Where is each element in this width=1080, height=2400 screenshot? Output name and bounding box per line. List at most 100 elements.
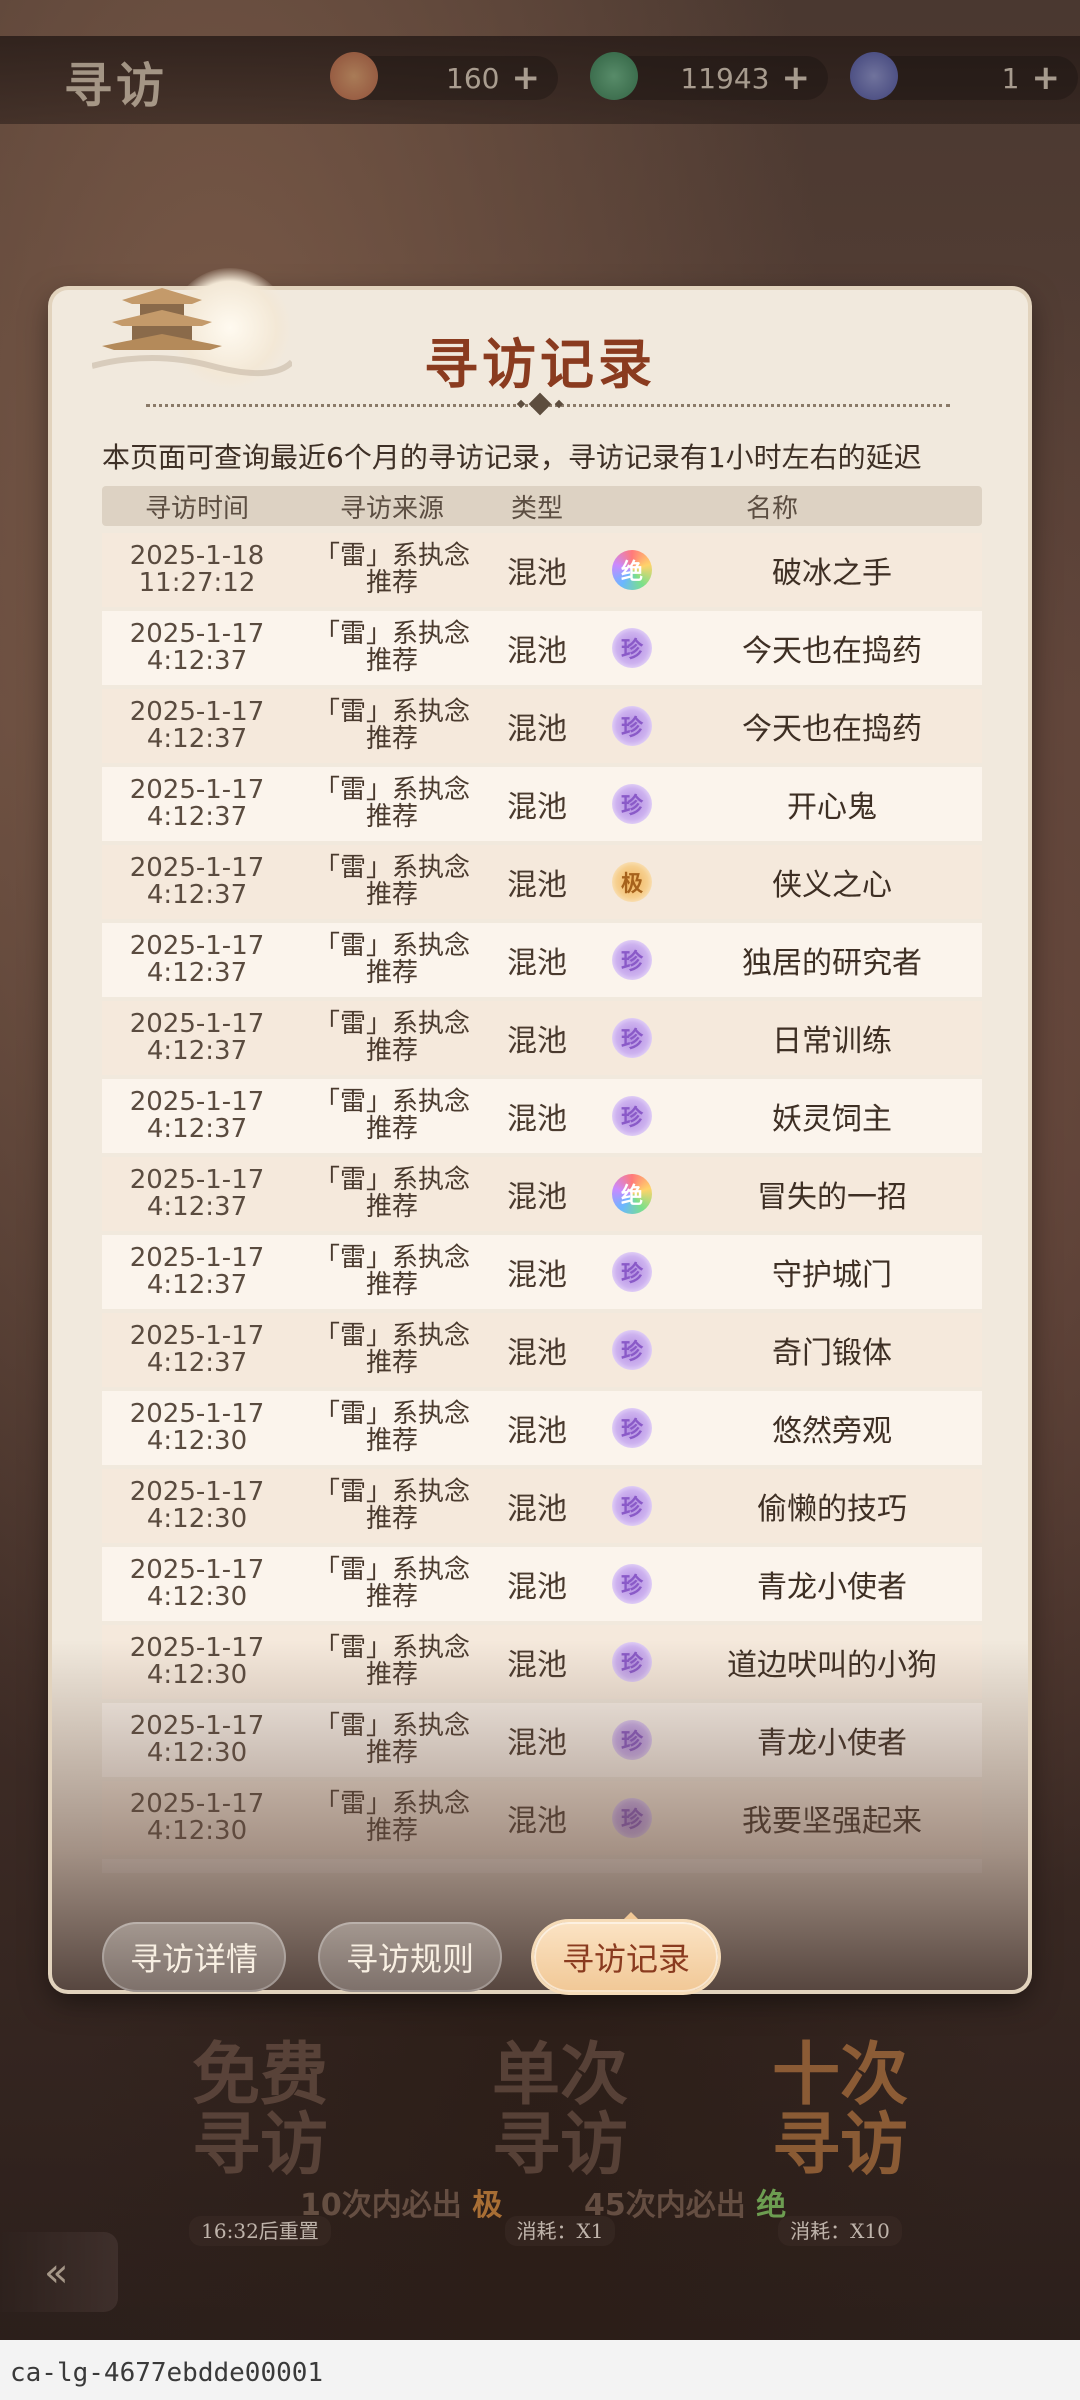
table-row: 2025-1-174:12:30「雷」系执念推荐混池珍青龙小使者 [102,1547,982,1621]
rarity-cell: 绝 [582,550,682,590]
rarity-badge-icon: 珍 [612,1252,652,1292]
rarity-badge-icon: 珍 [612,1018,652,1058]
record-name: 冒失的一招 [757,1180,907,1215]
record-type: 混池 [507,1336,567,1371]
feather-icon [850,52,898,100]
record-type: 混池 [507,1258,567,1293]
record-date: 2025-1-17 [129,853,265,883]
record-type: 混池 [507,868,567,903]
record-type: 混池 [507,556,567,591]
resource-value: 11943 [680,61,770,95]
table-row: 2025-1-18 11:27:12 「雷」系执念 推荐 混池绝破冰之手 [102,533,982,607]
record-clock: 4:12:30 [146,1582,248,1612]
resource-jade[interactable]: 11943 + [590,52,828,100]
tab-details[interactable]: 寻访详情 [102,1922,287,1992]
rarity-cell: 绝 [582,1174,682,1214]
guarantee-text: 45次内必出 [584,2188,746,2223]
record-source-line2: 推荐 [365,568,418,598]
record-time: 2025-1-17 4:12:37 [102,699,292,753]
record-date: 2025-1-17 [129,775,265,805]
record-source-line2: 推荐 [365,1348,418,1378]
record-source-line2: 推荐 [365,802,418,832]
record-clock: 4:12:37 [146,802,248,832]
record-clock: 4:12:30 [146,1504,248,1534]
ten-draw-label: 十次 [771,2035,908,2115]
record-type: 混池 [507,712,567,747]
record-date: 2025-1-17 [129,1165,265,1195]
record-type: 混池 [507,1180,567,1215]
rarity-cell: 珍 [582,1486,682,1526]
double-chevron-left-icon: « [44,2250,69,2296]
active-tab-pointer [621,1912,641,1922]
table-row: 2025-1-17 4:12:37 「雷」系执念 推荐 混池珍奇门锻体 [102,1313,982,1387]
record-time: 2025-1-17 4:12:37 [102,855,292,909]
rarity-cell: 珍 [582,706,682,746]
record-source-line2: 推荐 [365,1192,418,1222]
record-source: 「雷」系执念推荐 [292,1323,492,1377]
tab-rules[interactable]: 寻访规则 [318,1922,503,1992]
resource-feather[interactable]: 1 + [850,52,1078,100]
record-clock: 4:12:37 [146,1348,248,1378]
rarity-badge-icon: 珍 [612,1408,652,1448]
rarity-badge-icon: 珍 [612,1096,652,1136]
single-draw-label: 单次 [491,2035,628,2115]
resource-flower-ticket[interactable]: 160 + [330,52,558,100]
record-time: 2025-1-17 4:12:37 [102,1323,292,1377]
record-type: 混池 [507,946,567,981]
rarity-badge-jue: 绝 [756,2188,787,2223]
record-date: 2025-1-17 [129,1087,265,1117]
table-row: 2025-1-17 4:12:30 「雷」系执念 推荐 混池珍悠然旁观 [102,1391,982,1465]
record-name: 侠义之心 [772,868,892,903]
rarity-badge-ji: 极 [472,2188,503,2223]
record-source-line1: 「雷」系执念 [313,1399,470,1429]
column-header-source: 寻访来源 [339,493,444,524]
record-name: 开心鬼 [787,790,877,825]
record-type: 混池 [507,1024,567,1059]
record-clock: 4:12:37 [146,1192,248,1222]
back-button[interactable]: « [0,2232,118,2312]
guarantee-text: 10次内必出 [300,2188,462,2223]
table-row: 2025-1-17 4:12:37 「雷」系执念 推荐 混池珍日常训练 [102,1001,982,1075]
record-name: 妖灵饲主 [772,1102,892,1137]
record-source-line1: 「雷」系执念 [313,931,470,961]
record-type: 混池 [507,634,567,669]
record-time: 2025-1-174:12:30 [102,1479,292,1533]
record-source: 「雷」系执念推荐 [292,543,492,597]
add-plus-icon[interactable]: + [512,58,541,98]
record-time: 2025-1-17 4:12:37 [102,1011,292,1065]
record-type: 混池 [507,1570,567,1605]
add-plus-icon[interactable]: + [1032,58,1061,98]
record-source: 「雷」系执念推荐 [292,699,492,753]
table-row: 2025-1-17 4:12:37 「雷」系执念 推荐 混池绝冒失的一招 [102,1157,982,1231]
record-clock: 4:12:37 [146,880,248,910]
record-source-line2: 推荐 [365,724,418,754]
add-plus-icon[interactable]: + [782,58,811,98]
record-source-line2: 推荐 [365,1426,418,1456]
rarity-badge-icon: 极 [612,862,652,902]
record-source: 「雷」系执念推荐 [292,1011,492,1065]
record-clock: 4:12:37 [146,1270,248,1300]
rarity-cell: 珍 [582,1330,682,1370]
table-header: 寻访时间 寻访来源 类型 名称 [102,486,982,526]
table-row: 2025-1-17 4:12:37 「雷」系执念 推荐 混池珍守护城门 [102,1235,982,1309]
record-name: 偷懒的技巧 [757,1492,907,1527]
record-clock: 4:12:37 [146,1114,248,1144]
resource-value: 160 [446,61,500,95]
table-row: 2025-1-17 4:12:37 「雷」系执念 推荐 混池珍妖灵饲主 [102,1079,982,1153]
record-date: 2025-1-17 [129,1243,265,1273]
rarity-badge-icon: 珍 [612,628,652,668]
record-type: 混池 [507,1492,567,1527]
record-date: 2025-1-17 [129,931,265,961]
record-source-line1: 「雷」系执念 [313,1009,470,1039]
rarity-badge-icon: 绝 [612,550,652,590]
record-clock: 4:12:30 [146,1426,248,1456]
record-time: 2025-1-17 4:12:37 [102,1089,292,1143]
table-row: 2025-1-17 4:12:30 「雷」系执念 推荐 混池珍偷懒的技巧 [102,1469,982,1543]
record-source-line1: 「雷」系执念 [313,1243,470,1273]
table-row: 2025-1-17 4:12:37 「雷」系执念 推荐 混池珍开心鬼 [102,767,982,841]
record-source-line2: 推荐 [365,1270,418,1300]
ten-draw-label: 寻访 [771,2105,908,2185]
record-source-line2: 推荐 [365,958,418,988]
free-draw-label: 免费 [191,2035,328,2115]
tab-records[interactable]: 寻访记录 [534,1922,719,1992]
